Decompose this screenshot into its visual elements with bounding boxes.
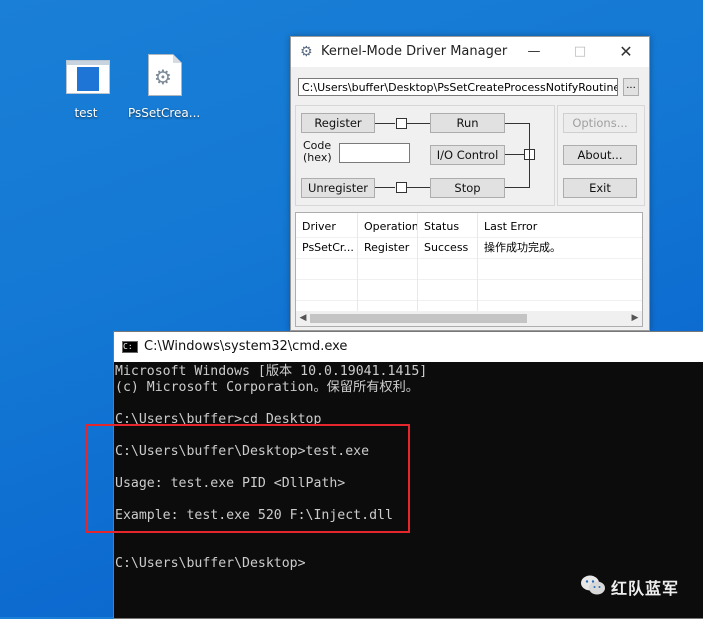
list-header: Driver Operation Status Last Error bbox=[296, 217, 642, 238]
list-cell-status: Success bbox=[424, 241, 469, 254]
column-header-operation[interactable]: Operation bbox=[358, 217, 418, 237]
scrollbar-thumb[interactable] bbox=[310, 314, 527, 323]
watermark-text: 红队蓝军 bbox=[611, 579, 680, 598]
desktop-icon-test[interactable]: test bbox=[50, 58, 122, 120]
maximize-button[interactable]: □ bbox=[557, 37, 603, 67]
driver-manager-titlebar[interactable]: ⚙ Kernel-Mode Driver Manager — □ ✕ bbox=[291, 37, 649, 67]
driver-manager-window: ⚙ Kernel-Mode Driver Manager — □ ✕ C:\Us… bbox=[290, 36, 650, 331]
list-cell-last-error: 操作成功完成。 bbox=[484, 241, 561, 254]
run-button[interactable]: Run bbox=[430, 113, 505, 133]
stop-button[interactable]: Stop bbox=[430, 178, 505, 198]
wechat-icon bbox=[581, 575, 605, 595]
unregister-status-indicator bbox=[396, 182, 407, 193]
driver-path-field[interactable]: C:\Users\buffer\Desktop\PsSetCreateProce… bbox=[298, 78, 618, 96]
exit-button[interactable]: Exit bbox=[563, 178, 637, 198]
app-gear-icon: ⚙ bbox=[300, 44, 313, 60]
minimize-button[interactable]: — bbox=[511, 37, 557, 67]
code-label: Code (hex) bbox=[303, 139, 332, 164]
console-line: (c) Microsoft Corporation。保留所有权利。 bbox=[115, 380, 419, 395]
desktop-icon-label: test bbox=[74, 106, 98, 120]
cmd-icon: C: bbox=[122, 341, 138, 353]
options-button[interactable]: Options... bbox=[563, 113, 637, 133]
list-cell-driver: PsSetCr... bbox=[302, 241, 354, 254]
horizontal-scrollbar[interactable]: ◀ ▶ bbox=[296, 311, 642, 326]
red-highlight-box bbox=[86, 424, 410, 533]
code-hex-input[interactable] bbox=[339, 143, 410, 163]
desktop-icon-label: PsSetCrea... bbox=[128, 106, 200, 120]
list-item-empty bbox=[296, 259, 642, 280]
scroll-right-icon[interactable]: ▶ bbox=[628, 311, 642, 326]
browse-button[interactable]: ... bbox=[623, 78, 639, 96]
window-title: Kernel-Mode Driver Manager bbox=[321, 44, 508, 59]
column-header-status[interactable]: Status bbox=[418, 217, 478, 237]
cmd-titlebar[interactable]: C: C:\Windows\system32\cmd.exe bbox=[114, 332, 703, 362]
scroll-left-icon[interactable]: ◀ bbox=[296, 311, 310, 326]
io-control-button[interactable]: I/O Control bbox=[430, 145, 505, 165]
operations-list[interactable]: Driver Operation Status Last Error PsSet… bbox=[295, 212, 643, 327]
cmd-window-title: C:\Windows\system32\cmd.exe bbox=[144, 339, 348, 354]
list-item-empty bbox=[296, 280, 642, 301]
system-file-gear-icon: ⚙ bbox=[148, 54, 182, 96]
console-prompt-line: C:\Users\buffer\Desktop> bbox=[115, 556, 306, 571]
register-button[interactable]: Register bbox=[301, 113, 375, 133]
console-line: Microsoft Windows [版本 10.0.19041.1415] bbox=[115, 364, 428, 379]
column-header-driver[interactable]: Driver bbox=[296, 217, 358, 237]
close-button[interactable]: ✕ bbox=[603, 37, 649, 67]
unregister-button[interactable]: Unregister bbox=[301, 178, 375, 198]
list-cell-operation: Register bbox=[364, 241, 410, 254]
desktop-icon-sys-file[interactable]: ⚙ PsSetCrea... bbox=[128, 52, 200, 120]
about-button[interactable]: About... bbox=[563, 145, 637, 165]
column-header-last-error[interactable]: Last Error bbox=[478, 217, 638, 237]
exe-window-icon bbox=[66, 60, 110, 94]
list-item[interactable]: PsSetCr... Register Success 操作成功完成。 bbox=[296, 238, 642, 259]
register-status-indicator bbox=[396, 118, 407, 129]
